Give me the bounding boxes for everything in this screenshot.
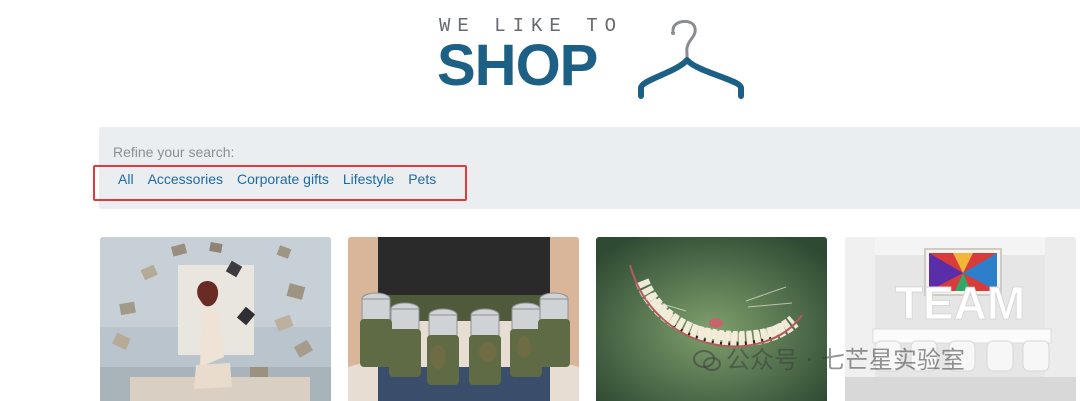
refine-search-panel: Refine your search: All Accessories Corp… (93, 127, 1080, 209)
filter-all[interactable]: All (118, 171, 141, 187)
team-sign-photo: TEAM (845, 237, 1076, 401)
filter-list: All Accessories Corporate gifts Lifestyl… (118, 171, 450, 187)
filter-corporate-gifts[interactable]: Corporate gifts (237, 171, 336, 187)
wechat-icon (693, 350, 721, 371)
refine-label: Refine your search: (113, 144, 235, 160)
product-tile-1[interactable] (100, 237, 331, 401)
flying-books-photo (100, 237, 331, 401)
product-tile-2[interactable] (348, 237, 579, 401)
can-belt-photo (348, 237, 579, 401)
hanger-icon (638, 20, 744, 99)
filter-lifestyle[interactable]: Lifestyle (343, 171, 401, 187)
watermark-text: 公众号 · 七芒星实验室 (726, 346, 965, 374)
watermark: 公众号 · 七芒星实验室 (692, 340, 965, 375)
svg-text:TEAM: TEAM (895, 277, 1025, 329)
site-logo[interactable]: WE LIKE TO SHOP (437, 12, 747, 102)
product-tile-4[interactable]: TEAM (845, 237, 1076, 401)
page: WE LIKE TO SHOP Refine your search: All … (0, 0, 1080, 401)
product-tile-3[interactable] (596, 237, 827, 401)
logo-wordmark: SHOP (437, 33, 598, 98)
cheshire-grin-photo (596, 237, 827, 401)
filter-accessories[interactable]: Accessories (148, 171, 230, 187)
filter-pets[interactable]: Pets (408, 171, 443, 187)
